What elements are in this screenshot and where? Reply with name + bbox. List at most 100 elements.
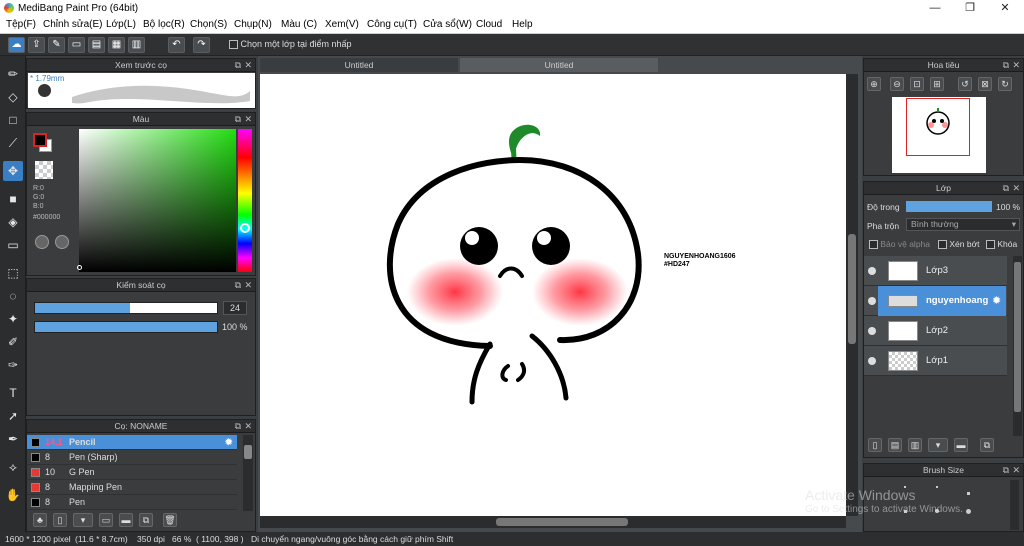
color-palette-icon[interactable] (55, 235, 69, 249)
duplicate-layer-icon[interactable]: ⧉ (980, 438, 994, 452)
brush-list-scroll-thumb[interactable] (244, 445, 252, 459)
brush-copy-icon[interactable]: ▭ (99, 513, 113, 527)
visibility-icon[interactable] (868, 297, 876, 305)
new-brush-icon[interactable]: ▯ (53, 513, 67, 527)
actual-size-icon[interactable]: ⊞ (930, 77, 944, 91)
redo-icon[interactable]: ↷ (193, 37, 210, 53)
primary-color-swatch[interactable] (33, 133, 47, 147)
brush-opacity-slider[interactable] (34, 321, 218, 333)
brush-settings-icon[interactable]: ✹ (225, 435, 233, 450)
magic-wand-tool-icon[interactable]: ✦ (3, 309, 23, 329)
menu-tools[interactable]: Công cụ(T) (367, 19, 417, 30)
saturation-value-picker[interactable] (79, 129, 236, 272)
visibility-icon[interactable] (868, 267, 876, 275)
tab-untitled-1[interactable]: Untitled (260, 58, 458, 72)
layer-row[interactable]: nguyenhoang ✹ (864, 286, 1007, 316)
brush-item-g-pen[interactable]: 10 G Pen (27, 465, 237, 480)
brush-item-pen-sharp[interactable]: 8 Pen (Sharp) (27, 450, 237, 465)
eraser-tool-icon[interactable]: ◇ (3, 87, 23, 107)
close-button[interactable]: ✕ (990, 0, 1020, 17)
brush-size-dot[interactable] (966, 509, 971, 514)
hand-tool-icon[interactable]: ✋ (3, 485, 23, 505)
frame-icon[interactable]: ▥ (128, 37, 145, 53)
brush-item-pen[interactable]: 8 Pen (27, 495, 237, 510)
chat-icon[interactable]: ▭ (68, 37, 85, 53)
comment-icon[interactable]: ✎ (48, 37, 65, 53)
undock-icon[interactable]: ⧉ (1003, 59, 1009, 72)
drawing-canvas[interactable]: NGUYENHOANG1606 #HD247 (260, 74, 846, 516)
protect-alpha-option[interactable]: Bảo vệ alpha (869, 239, 930, 250)
layer-folder-icon[interactable]: ▬ (954, 438, 968, 452)
menu-edit[interactable]: Chỉnh sửa(E) (43, 19, 103, 30)
brush-item-mapping-pen[interactable]: 8 Mapping Pen (27, 480, 237, 495)
select-pen-tool-icon[interactable]: ⟋ (3, 133, 23, 153)
move-tool-icon[interactable]: ✥ (3, 161, 23, 181)
rotate-left-icon[interactable]: ↺ (958, 77, 972, 91)
document-icon[interactable]: ▤ (88, 37, 105, 53)
protect-alpha-checkbox[interactable] (869, 240, 878, 250)
layer-list-scrollbar[interactable] (1013, 256, 1022, 436)
folder-icon[interactable]: ▬ (119, 513, 133, 527)
new-halftone-layer-icon[interactable]: ▤ (888, 438, 902, 452)
reset-rotation-icon[interactable]: ⊠ (978, 77, 992, 91)
layer-settings-icon[interactable]: ✹ (992, 294, 1001, 307)
undock-icon[interactable]: ⧉ (1003, 182, 1009, 195)
panel-close-icon[interactable]: ✕ (244, 113, 252, 126)
rect-select-tool-icon[interactable]: ⬚ (3, 263, 23, 283)
fill-rect-tool-icon[interactable]: ■ (3, 189, 23, 209)
clipping-option[interactable]: Xén bớt (938, 239, 980, 250)
horizontal-scrollbar[interactable] (260, 516, 846, 528)
brush-size-dot[interactable] (904, 486, 906, 488)
color-wheel-icon[interactable] (35, 235, 49, 249)
cloud-icon[interactable]: ☁ (8, 37, 25, 53)
brush-size-dot[interactable] (904, 510, 907, 513)
duplicate-icon[interactable]: ⧉ (139, 513, 153, 527)
undock-icon[interactable]: ⧉ (235, 279, 241, 292)
menu-file[interactable]: Tệp(F) (6, 19, 36, 30)
operation-tool-icon[interactable]: ➚ (3, 406, 23, 426)
vertical-scrollbar[interactable] (846, 74, 858, 516)
tab-untitled-2[interactable]: Untitled (460, 58, 658, 72)
menu-filter[interactable]: Bộ lọc(R) (143, 19, 185, 30)
undock-icon[interactable]: ⧉ (235, 113, 241, 126)
grid-icon[interactable]: ▦ (108, 37, 125, 53)
menu-color[interactable]: Màu (C) (281, 19, 317, 30)
visibility-icon[interactable] (868, 327, 876, 335)
layer-row[interactable]: Lớp2 (864, 316, 1007, 346)
trash-icon[interactable]: 🗑 (163, 513, 177, 527)
layer-row[interactable]: Lớp3 (864, 256, 1007, 286)
eyedropper-tool-icon[interactable]: ⟡ (3, 457, 23, 477)
brush-size-dot[interactable] (967, 492, 970, 495)
new-layer-icon[interactable]: ▯ (868, 438, 882, 452)
menu-select[interactable]: Chọn(S) (190, 19, 227, 30)
add-brush-icon[interactable]: ♣ (33, 513, 47, 527)
text-tool-icon[interactable]: T (3, 383, 23, 403)
layer-row[interactable]: Lớp1 (864, 346, 1007, 376)
bucket-tool-icon[interactable]: ◈ (3, 212, 23, 232)
fit-icon[interactable]: ⊡ (910, 77, 924, 91)
select-layer-option[interactable]: Chọn một lớp tại điểm nhấp (229, 39, 351, 50)
zoom-out-icon[interactable]: ⊖ (890, 77, 904, 91)
undo-icon[interactable]: ↶ (168, 37, 185, 53)
visibility-icon[interactable] (868, 357, 876, 365)
hue-slider-handle[interactable] (240, 223, 250, 233)
blend-mode-select[interactable]: Bình thường ▾ (906, 218, 1020, 231)
dot-tool-icon[interactable]: □ (3, 110, 23, 130)
upload-icon[interactable]: ⇪ (28, 37, 45, 53)
brush-size-dot[interactable] (936, 486, 938, 488)
navigator-thumbnail[interactable] (892, 97, 986, 173)
layer-scroll-thumb[interactable] (1014, 262, 1021, 412)
brush-size-dot[interactable] (935, 509, 939, 513)
select-layer-checkbox[interactable] (229, 40, 238, 50)
rotate-right-icon[interactable]: ↻ (998, 77, 1012, 91)
select-eraser-icon[interactable]: ✑ (3, 355, 23, 375)
menu-cloud[interactable]: Cloud (476, 19, 502, 30)
panel-close-icon[interactable]: ✕ (1012, 182, 1020, 195)
lasso-tool-icon[interactable]: ◌ (3, 286, 23, 306)
panel-close-icon[interactable]: ✕ (1012, 59, 1020, 72)
horizontal-scroll-thumb[interactable] (496, 518, 628, 526)
vertical-scroll-thumb[interactable] (848, 234, 856, 344)
menu-help[interactable]: Help (512, 19, 533, 30)
hue-slider[interactable] (238, 129, 252, 272)
layer-add-options-icon[interactable]: ▾ (928, 438, 948, 452)
